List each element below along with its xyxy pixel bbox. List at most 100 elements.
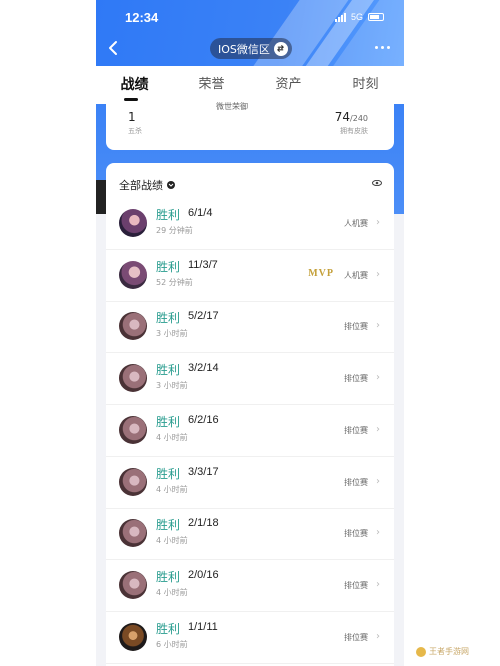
pentakill-label: 五杀 (128, 127, 142, 135)
watermark-logo-icon (416, 646, 426, 657)
hero-avatar (119, 622, 147, 651)
match-time: 3 小时前 (156, 329, 188, 339)
match-mode: 排位赛 (344, 374, 368, 384)
hero-avatar (119, 570, 147, 599)
match-kda: 1/1/11 (188, 620, 218, 633)
match-kda: 3/2/14 (188, 362, 219, 375)
match-result: 胜利 (156, 259, 181, 274)
match-mode: 人机赛 (344, 270, 368, 280)
match-mode: 排位赛 (344, 580, 368, 590)
match-mode: 排位赛 (344, 322, 368, 332)
match-row[interactable]: 胜利 6/1/4 29 分钟前 人机赛 › (106, 198, 394, 250)
signal-icon (334, 12, 346, 22)
match-mode: 人机赛 (344, 219, 368, 228)
match-kda: 6/2/16 (188, 413, 219, 426)
skins-total: /240 (350, 114, 368, 123)
app-header: 12:34 5G IOS微信区 (96, 0, 404, 66)
match-result: 胜利 (156, 569, 181, 584)
match-result: 胜利 (156, 621, 181, 636)
match-time: 4 小时前 (156, 432, 188, 442)
chevron-right-icon: › (376, 475, 380, 487)
match-time: 6 小时前 (156, 639, 188, 649)
skins-stat[interactable]: 74/240 拥有皮肤 (335, 110, 368, 136)
match-result: 胜利 (156, 466, 181, 481)
match-result: 胜利 (156, 414, 181, 429)
dropdown-icon[interactable] (167, 181, 175, 189)
tab-records[interactable]: 战绩 (96, 66, 173, 104)
match-time: 29 分钟前 (156, 226, 193, 235)
match-kda: 3/3/17 (188, 465, 219, 478)
pentakill-count: 1 (128, 110, 136, 124)
photo-background-left (0, 0, 96, 666)
hero-avatar (119, 209, 147, 237)
match-mode: 排位赛 (344, 425, 368, 435)
tab-honors[interactable]: 荣誉 (173, 66, 250, 104)
records-filter[interactable]: 全部战绩 (119, 177, 175, 193)
match-time: 3 小时前 (156, 381, 188, 391)
photo-background-right (404, 0, 500, 666)
hero-avatar (119, 260, 147, 289)
match-time: 4 小时前 (156, 536, 188, 546)
chevron-right-icon: › (376, 630, 380, 642)
tab-bar: 战绩 荣誉 资产 时刻 (96, 66, 404, 104)
pentakill-stat: 1 五杀 (128, 110, 142, 136)
chevron-right-icon: › (376, 320, 380, 332)
records-card: 全部战绩 胜利 6/1/4 29 分钟前 人机赛 › 胜利 11/3/7 52 分钟前 MVP 人… (106, 163, 394, 666)
battery-icon (368, 13, 384, 21)
back-chevron-icon[interactable] (106, 40, 122, 56)
match-row[interactable]: 胜利 3/2/14 3 小时前 排位赛 › (106, 353, 394, 406)
match-row[interactable]: 胜利 1/1/11 6 小时前 排位赛 › (106, 612, 394, 664)
match-kda: 11/3/7 (188, 258, 218, 271)
more-icon[interactable] (375, 46, 390, 49)
match-kda: 5/2/17 (188, 310, 219, 323)
tab-assets[interactable]: 资产 (250, 66, 327, 104)
chevron-right-icon: › (376, 217, 380, 228)
watermark-text: 王者手游网 (429, 647, 469, 656)
match-result: 胜利 (156, 518, 181, 533)
match-kda: 2/0/16 (188, 568, 219, 581)
skins-count: 74/240 (334, 110, 368, 124)
match-mode: 排位赛 (344, 529, 368, 539)
match-mode: 排位赛 (344, 632, 368, 642)
match-row[interactable]: 胜利 11/3/7 52 分钟前 MVP 人机赛 › (106, 250, 394, 302)
match-row[interactable]: 胜利 2/1/18 4 小时前 排位赛 › (106, 508, 394, 561)
skins-label: 拥有皮肤 (340, 127, 368, 135)
honor-label: 微世荣御 (216, 102, 248, 111)
tab-moments[interactable]: 时刻 (327, 66, 404, 104)
match-row[interactable]: 胜利 5/2/17 3 小时前 排位赛 › (106, 301, 394, 354)
match-row[interactable]: 胜利 2/0/16 4 小时前 排位赛 › (106, 560, 394, 612)
hero-avatar (119, 467, 147, 496)
records-title: 全部战绩 (119, 179, 163, 192)
hero-avatar (119, 519, 147, 548)
hero-avatar (119, 415, 147, 444)
match-time: 4 小时前 (156, 484, 188, 494)
match-result: 胜利 (156, 208, 181, 222)
chevron-right-icon: › (376, 423, 380, 435)
phone-screen: 12:34 5G IOS微信区 战绩 荣誉 资产 时刻 1 五杀 微世荣御 74… (96, 0, 404, 666)
match-row[interactable]: 胜利 3/3/17 4 小时前 排位赛 › (106, 457, 394, 509)
chevron-right-icon: › (376, 527, 380, 539)
status-time: 12:34 (125, 10, 159, 25)
network-label: 5G (350, 12, 363, 22)
match-row[interactable]: 胜利 6/2/16 4 小时前 排位赛 › (106, 405, 394, 457)
banner-shadow (96, 180, 106, 214)
server-switch-button[interactable]: IOS微信区 (210, 38, 292, 59)
mvp-badge: MVP (308, 267, 334, 279)
watermark: 王者手游网 (416, 646, 469, 657)
match-kda: 2/1/18 (188, 517, 219, 530)
hero-avatar (119, 312, 147, 341)
chevron-right-icon: › (376, 372, 380, 384)
match-time: 52 分钟前 (156, 277, 193, 287)
match-time: 4 小时前 (156, 587, 188, 597)
swap-icon (273, 41, 288, 56)
match-kda: 6/1/4 (188, 207, 213, 219)
summary-card: 1 五杀 微世荣御 74/240 拥有皮肤 (106, 102, 394, 150)
match-result: 胜利 (156, 363, 181, 378)
match-mode: 排位赛 (344, 477, 368, 487)
chevron-right-icon: › (376, 268, 380, 280)
eye-icon[interactable] (372, 180, 382, 186)
chevron-right-icon: › (376, 578, 380, 590)
hero-avatar (119, 364, 147, 393)
status-icons: 5G (334, 12, 384, 22)
server-label: IOS微信区 (218, 42, 270, 56)
